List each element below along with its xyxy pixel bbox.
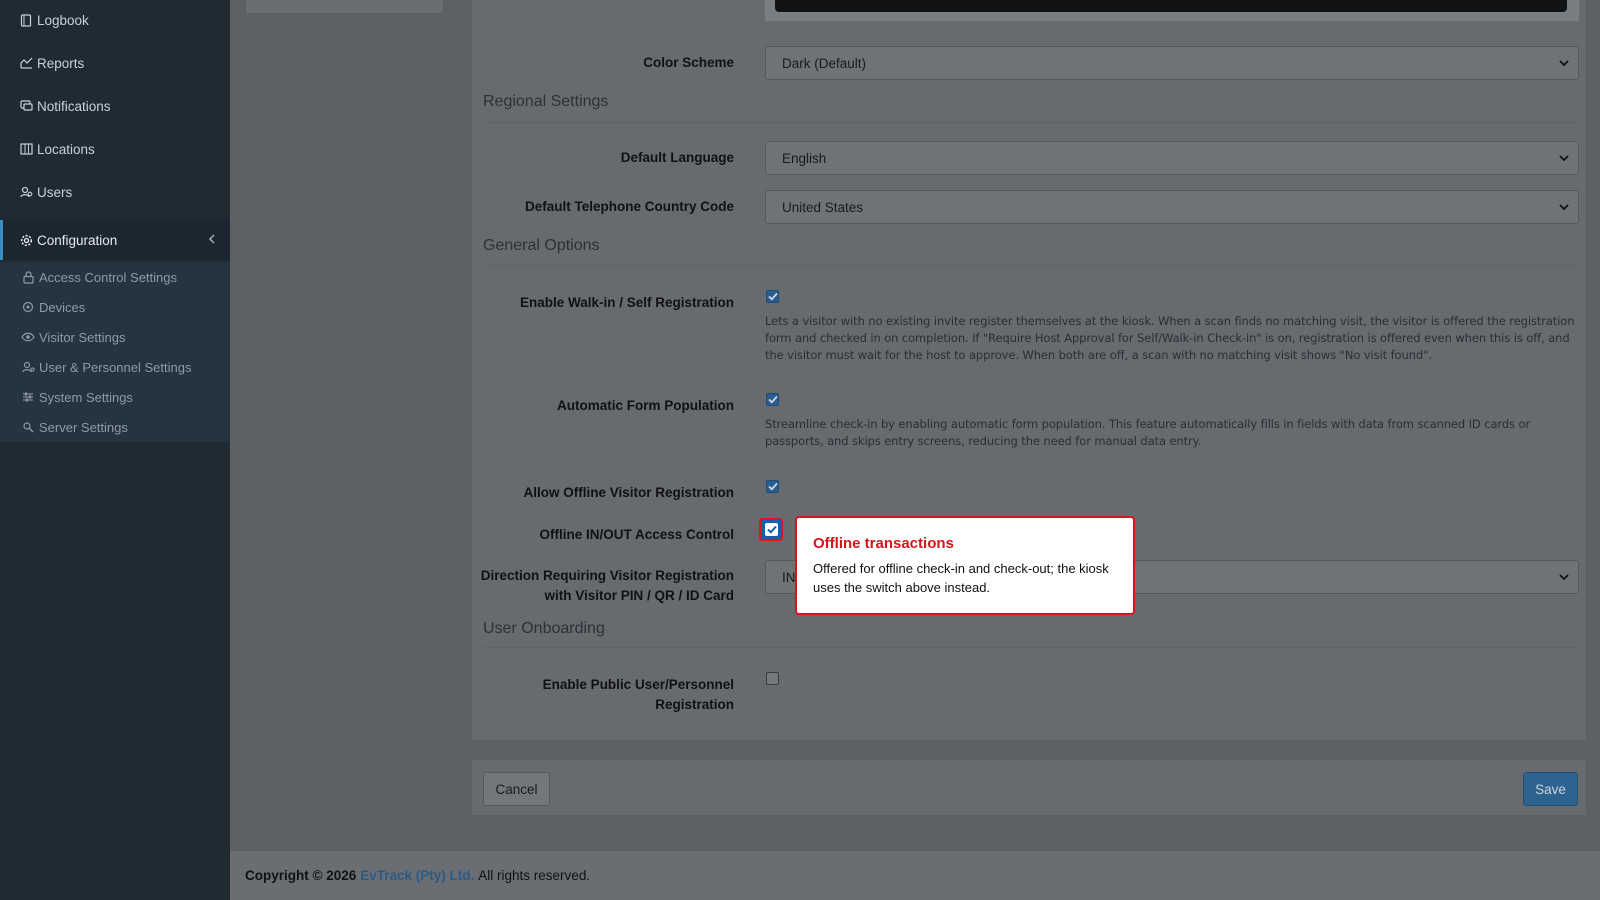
footer: Copyright © 2026 EvTrack (Pty) Ltd. All … <box>230 850 1600 900</box>
chevron-left-icon <box>208 233 216 248</box>
telephone-code-label: Default Telephone Country Code <box>524 199 734 214</box>
lock-icon <box>21 270 35 284</box>
sidebar-item-label: Locations <box>37 141 95 157</box>
device-icon <box>21 300 35 314</box>
sidebar-item-users[interactable]: Users <box>0 172 230 212</box>
submenu-item-user-personnel[interactable]: User & Personnel Settings <box>0 352 230 382</box>
cancel-button[interactable]: Cancel <box>483 772 550 806</box>
gear-icon <box>19 233 33 247</box>
chart-icon <box>19 56 33 70</box>
telephone-code-select[interactable]: United States <box>765 190 1579 224</box>
walkin-help-text: Lets a visitor with no existing invite r… <box>765 314 1575 362</box>
walkin-label: Enable Walk-in / Self Registration <box>519 295 734 310</box>
submenu-item-access-control[interactable]: Access Control Settings <box>0 262 230 292</box>
submenu-item-devices[interactable]: Devices <box>0 292 230 322</box>
direction-label: Direction Requiring Visitor Registration… <box>481 566 734 606</box>
check-icon <box>767 395 778 404</box>
submenu-item-system-settings[interactable]: System Settings <box>0 382 230 412</box>
public-registration-label-line2: Registration <box>655 697 734 712</box>
book-icon <box>19 13 33 27</box>
sidebar-item-logbook[interactable]: Logbook <box>0 0 230 40</box>
check-icon <box>767 482 778 491</box>
settings-card <box>472 0 1586 740</box>
default-language-label: Default Language <box>620 150 734 165</box>
offline-inout-label: Offline IN/OUT Access Control <box>539 527 734 542</box>
submenu-item-label: Devices <box>39 299 86 315</box>
offline-transactions-tooltip: Offline transactions Offered for offline… <box>795 516 1135 615</box>
left-card <box>245 0 444 14</box>
auto-form-checkbox[interactable] <box>766 393 779 406</box>
offline-inout-checkbox[interactable] <box>759 518 783 541</box>
offline-registration-checkbox[interactable] <box>766 480 779 493</box>
color-scheme-value: Dark (Default) <box>782 55 867 71</box>
sidebar-item-label: Logbook <box>37 12 89 28</box>
color-scheme-label: Color Scheme <box>643 55 734 70</box>
offline-registration-label: Allow Offline Visitor Registration <box>523 485 734 500</box>
direction-label-line2: with Visitor PIN / QR / ID Card <box>544 588 734 603</box>
submenu-item-label: Visitor Settings <box>39 329 126 345</box>
map-icon <box>19 142 33 156</box>
section-title-onboarding: User Onboarding <box>483 620 605 637</box>
sliders-icon <box>21 390 35 404</box>
eye-icon <box>21 330 35 344</box>
sidebar: Logbook Reports Notifications Locations … <box>0 0 230 900</box>
sidebar-item-label: Notifications <box>37 98 111 114</box>
sidebar-item-locations[interactable]: Locations <box>0 129 230 169</box>
form-actions-bar <box>472 760 1586 815</box>
submenu-item-visitor-settings[interactable]: Visitor Settings <box>0 322 230 352</box>
sidebar-item-reports[interactable]: Reports <box>0 43 230 83</box>
sidebar-item-notifications[interactable]: Notifications <box>0 86 230 126</box>
chevron-down-icon <box>1558 201 1570 216</box>
user-settings-icon <box>21 360 35 374</box>
preview-bar <box>775 0 1567 12</box>
submenu-item-label: System Settings <box>39 389 133 405</box>
save-button[interactable]: Save <box>1523 772 1578 806</box>
section-title-regional: Regional Settings <box>483 93 609 110</box>
footer-company-link[interactable]: EvTrack (Pty) Ltd. <box>360 868 474 883</box>
telephone-code-value: United States <box>782 199 864 215</box>
submenu-item-server-settings[interactable]: Server Settings <box>0 412 230 442</box>
footer-rights: All rights reserved. <box>478 868 591 883</box>
users-icon <box>19 185 33 199</box>
section-divider <box>483 647 1578 648</box>
default-language-value: English <box>782 150 827 166</box>
server-icon <box>21 420 35 434</box>
check-icon <box>766 525 777 534</box>
check-icon <box>767 292 778 301</box>
tooltip-body: Offered for offline check-in and check-o… <box>813 561 1109 595</box>
color-scheme-select[interactable]: Dark (Default) <box>765 46 1579 80</box>
walkin-checkbox[interactable] <box>766 290 779 303</box>
footer-copyright: Copyright © 2026 <box>245 868 357 883</box>
default-language-select[interactable]: English <box>765 141 1579 175</box>
direction-value: IN <box>782 569 796 585</box>
sidebar-item-label: Reports <box>37 55 85 71</box>
submenu-item-label: User & Personnel Settings <box>39 359 192 375</box>
public-registration-checkbox[interactable] <box>766 672 779 685</box>
chat-icon <box>19 99 33 113</box>
preview-strip <box>765 0 1579 21</box>
tooltip-title: Offline transactions <box>813 535 954 552</box>
chevron-down-icon <box>1558 152 1570 167</box>
sidebar-item-label: Configuration <box>37 232 118 248</box>
configuration-submenu: Access Control Settings Devices Visitor … <box>0 262 230 442</box>
checkbox-inner <box>765 523 778 536</box>
auto-form-label: Automatic Form Population <box>557 398 734 413</box>
section-divider <box>483 122 1578 123</box>
submenu-item-label: Access Control Settings <box>39 269 178 285</box>
public-registration-label-line1: Enable Public User/Personnel <box>542 677 734 692</box>
chevron-down-icon <box>1558 571 1570 586</box>
submenu-item-label: Server Settings <box>39 419 128 435</box>
public-registration-label: Enable Public User/Personnel Registratio… <box>543 675 734 715</box>
chevron-down-icon <box>1558 57 1570 72</box>
direction-label-line1: Direction Requiring Visitor Registration <box>480 568 734 583</box>
sidebar-item-label: Users <box>37 184 73 200</box>
section-title-general: General Options <box>483 237 600 254</box>
auto-form-help-text: Streamline check-in by enabling automati… <box>765 417 1531 448</box>
sidebar-item-configuration[interactable]: Configuration <box>0 220 230 260</box>
section-divider <box>483 265 1578 266</box>
